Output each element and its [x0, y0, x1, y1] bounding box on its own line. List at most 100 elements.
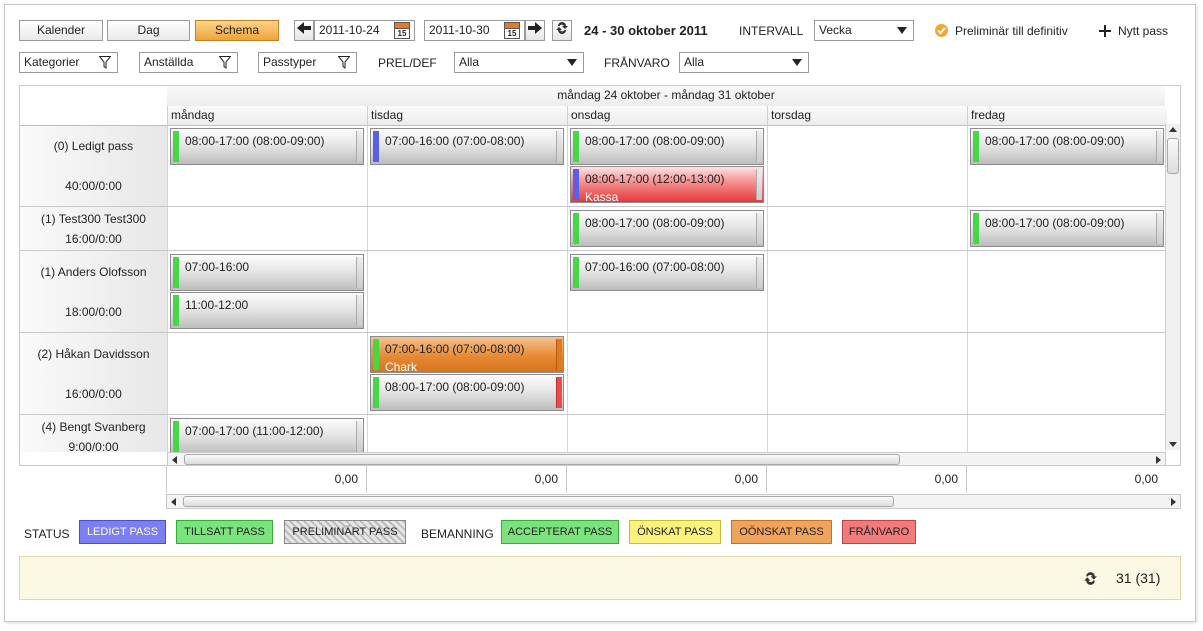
shift-block[interactable]: 08:00-17:00 (08:00-09:00): [570, 210, 764, 247]
row-header-ledigt-pass[interactable]: (0) Ledigt pass 40:00/0:00: [20, 126, 167, 207]
tab-dag[interactable]: Dag: [107, 20, 190, 41]
status-stripe: [973, 131, 979, 162]
shift-category: Chark: [385, 360, 418, 373]
row-name: (1) Anders Olofsson: [40, 265, 147, 279]
kategorier-filter[interactable]: Kategorier: [19, 52, 118, 73]
grid-horizontal-scrollbar[interactable]: [167, 452, 1166, 465]
vertical-scroll-thumb[interactable]: [1167, 138, 1179, 174]
status-stripe: [573, 169, 579, 200]
date-to-value: 2011-10-30: [429, 23, 490, 37]
row-header-anders-olofsson[interactable]: (1) Anders Olofsson 18:00/0:00: [20, 251, 167, 333]
shift-block[interactable]: 08:00-17:00 (08:00-09:00): [370, 374, 564, 411]
interval-value: Vecka: [819, 23, 852, 37]
grid-line: [167, 250, 1165, 251]
shift-block[interactable]: 07:00-16:00: [170, 254, 364, 291]
grid-line: [167, 126, 168, 452]
shift-block[interactable]: 08:00-17:00 (08:00-09:00): [170, 128, 364, 165]
status-stripe: [373, 339, 379, 370]
plus-icon[interactable]: [1099, 25, 1111, 37]
new-shift-button[interactable]: Nytt pass: [1118, 24, 1168, 38]
legend-oonskat-pass[interactable]: OÖNSKAT PASS: [731, 520, 832, 544]
preldef-value: Alla: [459, 55, 480, 69]
shift-edge: [756, 257, 762, 288]
shift-block[interactable]: 11:00-12:00: [170, 292, 364, 329]
range-header: måndag 24 oktober - måndag 31 oktober: [167, 86, 1165, 106]
vertical-scrollbar[interactable]: [1165, 124, 1180, 450]
status-label: STATUS: [24, 527, 70, 541]
legend-franvaro[interactable]: FRÅNVARO: [842, 520, 916, 544]
preliminary-to-definitive-link[interactable]: Preliminär till definitiv: [955, 24, 1068, 38]
legend-preliminart-pass[interactable]: PRELIMINÄRT PASS: [284, 520, 406, 544]
row-header-test300[interactable]: (1) Test300 Test300 16:00/0:00: [20, 207, 167, 251]
franvaro-label: FRÅNVARO: [604, 56, 670, 70]
horizontal-scroll-thumb[interactable]: [184, 454, 900, 465]
preldef-select[interactable]: Alla: [454, 52, 584, 73]
shift-time: 07:00-16:00 (07:00-08:00): [385, 134, 525, 148]
legend-tillsatt-pass[interactable]: TILLSATT PASS: [176, 520, 273, 544]
shift-block[interactable]: 08:00-17:00 (08:00-09:00): [970, 210, 1164, 247]
scroll-right-icon[interactable]: [1156, 456, 1161, 464]
franvaro-select[interactable]: Alla: [679, 52, 809, 73]
legend-ledigt-pass[interactable]: LEDIGT PASS: [79, 520, 166, 544]
anstallda-filter[interactable]: Anställda: [139, 52, 238, 73]
horizontal-scroll-thumb[interactable]: [183, 496, 894, 507]
scroll-down-icon[interactable]: [1169, 442, 1177, 447]
calendar-from-icon[interactable]: 15: [394, 22, 410, 39]
next-week-button[interactable]: [525, 20, 545, 41]
refresh-icon: [556, 22, 568, 34]
shift-category: Kassa: [585, 190, 619, 203]
shift-time: 07:00-16:00: [185, 260, 250, 274]
shift-block[interactable]: 07:00-16:00 (07:00-08:00) Chark: [370, 336, 564, 373]
funnel-icon: [338, 56, 350, 69]
shift-block[interactable]: 08:00-17:00 (12:00-13:00) Kassa: [570, 166, 764, 203]
day-header-onsdag: onsdag: [567, 106, 767, 126]
shift-edge: [756, 213, 762, 244]
shift-time: 08:00-17:00 (08:00-09:00): [385, 380, 525, 394]
status-stripe: [573, 213, 579, 244]
kategorier-label: Kategorier: [24, 55, 80, 69]
anstallda-label: Anställda: [144, 55, 194, 69]
day-header-fredag: fredag: [967, 106, 1167, 126]
arrow-left-icon: [297, 22, 311, 34]
status-stripe: [173, 421, 179, 452]
shift-block[interactable]: 08:00-17:00 (08:00-09:00): [570, 128, 764, 165]
total-fredag: 0,00: [966, 466, 1166, 493]
legend-onskat-pass[interactable]: ÖNSKAT PASS: [629, 520, 721, 544]
checkmark-icon: [935, 24, 948, 37]
shift-time: 08:00-17:00 (08:00-09:00): [585, 216, 725, 230]
refresh-button[interactable]: [552, 20, 572, 41]
passtyper-label: Passtyper: [263, 55, 317, 69]
shift-block[interactable]: 07:00-17:00 (11:00-12:00): [170, 418, 364, 455]
shift-edge: [1156, 213, 1162, 244]
scroll-up-icon[interactable]: [1169, 127, 1177, 132]
bemanning-label: BEMANNING: [421, 527, 494, 541]
passtyper-filter[interactable]: Passtyper: [258, 52, 357, 73]
status-stripe: [973, 213, 979, 244]
refresh-icon[interactable]: [1083, 571, 1098, 586]
row-header-bengt-svanberg[interactable]: (4) Bengt Svanberg 9:00/0:00: [20, 415, 167, 454]
legend-accepterat-pass[interactable]: ACCEPTERAT PASS: [501, 520, 619, 544]
chevron-down-icon: [897, 27, 907, 34]
tab-kalender[interactable]: Kalender: [19, 20, 103, 41]
shift-block[interactable]: 07:00-16:00 (07:00-08:00): [370, 128, 564, 165]
tab-schema[interactable]: Schema: [195, 20, 279, 41]
interval-select[interactable]: Vecka: [814, 20, 914, 41]
scroll-left-icon[interactable]: [172, 456, 177, 464]
shift-block[interactable]: 08:00-17:00 (08:00-09:00): [970, 128, 1164, 165]
total-torsdag: 0,00: [766, 466, 966, 493]
record-count: 31 (31): [1116, 570, 1161, 586]
shift-time: 08:00-17:00 (08:00-09:00): [985, 134, 1125, 148]
total-tisdag: 0,00: [366, 466, 566, 493]
shift-time: 07:00-17:00 (11:00-12:00): [185, 424, 324, 438]
date-from-value: 2011-10-24: [319, 23, 380, 37]
row-header-hakan-davidsson[interactable]: (2) Håkan Davidsson 16:00/0:00: [20, 333, 167, 415]
scroll-left-icon[interactable]: [171, 498, 176, 506]
calendar-to-icon[interactable]: 15: [504, 22, 520, 39]
total-onsdag: 0,00: [566, 466, 766, 493]
shift-block[interactable]: 07:00-16:00 (07:00-08:00): [570, 254, 764, 291]
row-hours: 9:00/0:00: [68, 440, 119, 454]
summary-horizontal-scrollbar[interactable]: [166, 494, 1181, 509]
scroll-right-icon[interactable]: [1171, 498, 1176, 506]
shift-edge: [356, 421, 362, 452]
prev-week-button[interactable]: [294, 20, 314, 41]
